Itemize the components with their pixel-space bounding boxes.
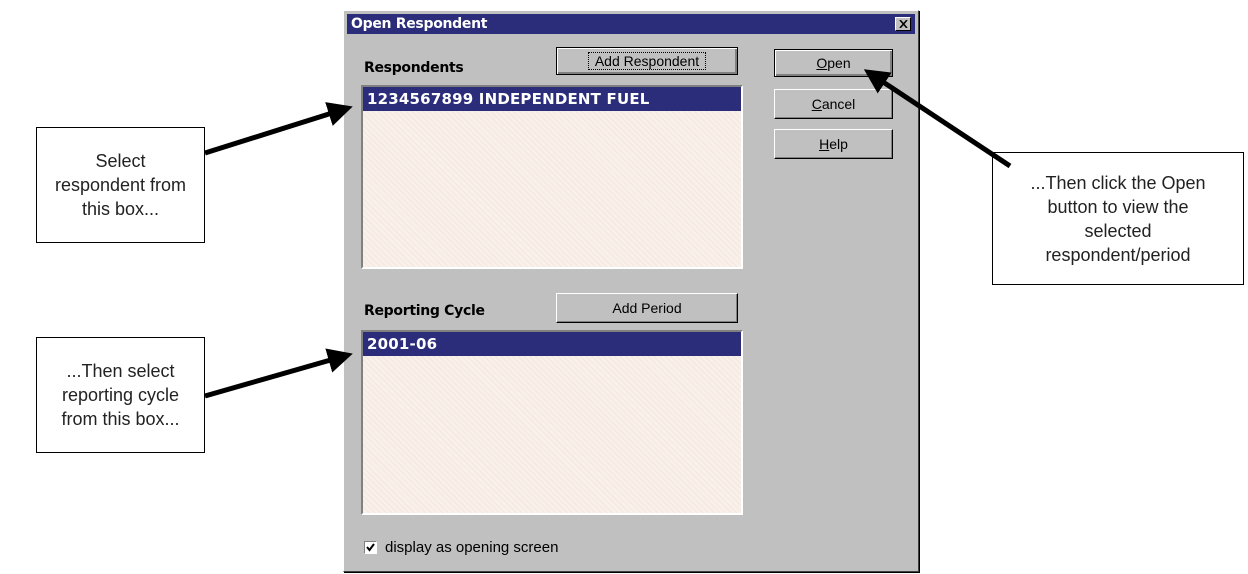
arrow-to-open: [863, 69, 1012, 169]
annotation-arrows: [204, 69, 1012, 399]
arrow-to-cycle: [204, 348, 353, 399]
arrow-to-respondents: [204, 102, 353, 156]
